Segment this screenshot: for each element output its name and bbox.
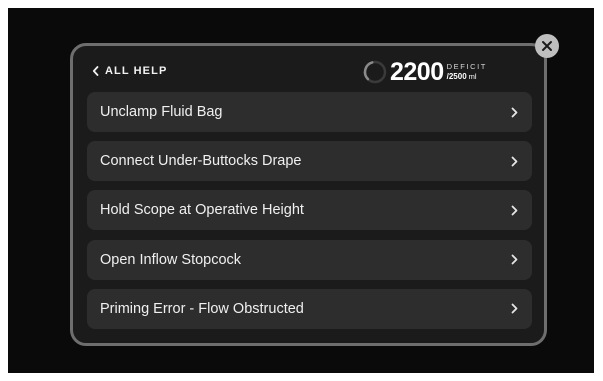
back-label: ALL HELP (105, 65, 168, 77)
help-item-priming-error[interactable]: Priming Error - Flow Obstructed (87, 288, 532, 329)
fluid-deficit-readout: 2200 DEFICIT /2500 ml (362, 57, 487, 87)
chevron-right-icon (511, 107, 518, 118)
deficit-gauge-icon (363, 60, 387, 84)
deficit-limit-value: /2500 (446, 71, 467, 81)
help-item-connect-drape[interactable]: Connect Under-Buttocks Drape (87, 141, 532, 182)
help-item-open-inflow-stopcock[interactable]: Open Inflow Stopcock (87, 239, 532, 280)
help-topic-list: Unclamp Fluid Bag Connect Under-Buttocks… (87, 92, 532, 338)
chevron-left-icon (92, 66, 99, 76)
chevron-right-icon (511, 156, 518, 167)
close-button[interactable] (535, 34, 559, 58)
help-item-label: Open Inflow Stopcock (100, 251, 242, 268)
help-item-label: Priming Error - Flow Obstructed (100, 300, 304, 317)
deficit-label: DEFICIT (446, 62, 487, 72)
deficit-value: 2200 (390, 57, 444, 86)
chevron-right-icon (511, 303, 518, 314)
chevron-right-icon (511, 254, 518, 265)
help-item-unclamp-fluid-bag[interactable]: Unclamp Fluid Bag (87, 92, 532, 132)
deficit-unit: ml (468, 71, 477, 81)
chevron-right-icon (511, 205, 518, 216)
help-item-label: Connect Under-Buttocks Drape (100, 153, 302, 170)
help-item-label: Unclamp Fluid Bag (100, 104, 223, 120)
deficit-limit: /2500 ml (446, 71, 487, 81)
help-item-hold-scope[interactable]: Hold Scope at Operative Height (87, 190, 532, 231)
close-icon (542, 41, 552, 51)
all-help-back-button[interactable]: ALL HELP (92, 65, 167, 77)
help-item-label: Hold Scope at Operative Height (100, 202, 304, 219)
